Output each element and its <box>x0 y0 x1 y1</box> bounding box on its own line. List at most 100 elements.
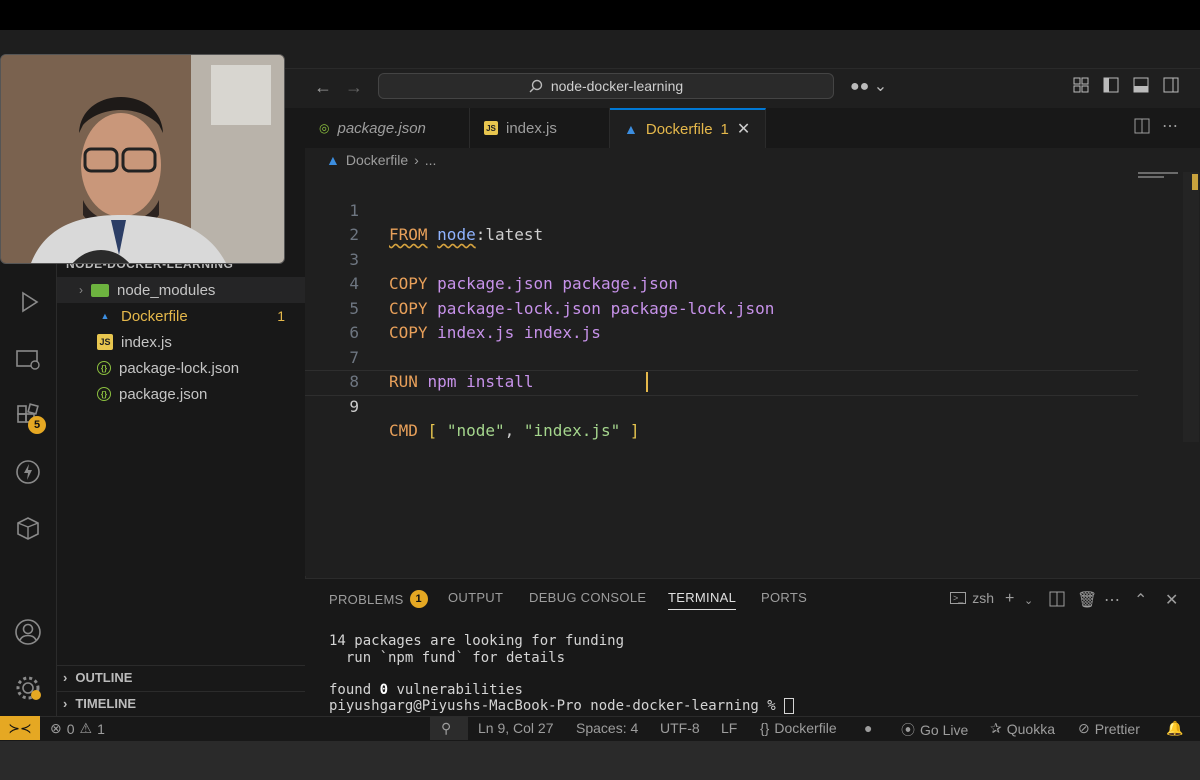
tab-terminal[interactable]: TERMINAL <box>668 590 737 610</box>
customize-layout-icon[interactable] <box>1072 77 1090 95</box>
cursor-position[interactable]: Ln 9, Col 27 <box>478 720 554 736</box>
chevron-right-icon: › <box>414 152 419 168</box>
terminal-text: vulnerabilities <box>388 682 523 698</box>
tab-dockerfile[interactable]: ▲ Dockerfile 1 ✕ <box>610 108 766 148</box>
string: "node" <box>446 421 505 440</box>
terminal-line: found 0 vulnerabilities <box>329 682 523 698</box>
tab-label: package.json <box>337 119 426 137</box>
tab-debug-console[interactable]: DEBUG CONSOLE <box>529 590 646 605</box>
more-actions-icon[interactable]: ⋯ <box>1104 590 1120 610</box>
quokka-button[interactable]: ✰ Quokka <box>990 720 1055 737</box>
tree-item-node-modules[interactable]: › node_modules <box>57 277 305 303</box>
go-live-button[interactable]: ⦿ Go Live <box>901 720 968 740</box>
chevron-right-icon: › <box>79 283 83 297</box>
code-line: 2 <box>305 199 1138 244</box>
tab-label: OUTPUT <box>448 590 504 605</box>
indentation[interactable]: Spaces: 4 <box>576 720 638 736</box>
problems-badge: 1 <box>409 590 428 608</box>
extensions-badge: 5 <box>28 416 46 434</box>
node-json-icon: {} <box>97 361 111 375</box>
chevron-right-icon: › <box>63 696 68 711</box>
scrollbar-thumb[interactable] <box>1192 174 1198 190</box>
code-line: 9 CMD [ "node", "index.js" ] <box>305 370 1138 441</box>
split-editor-icon[interactable] <box>1134 118 1150 139</box>
vulnerability-count: 0 <box>379 682 389 698</box>
split-terminal-icon[interactable] <box>1049 591 1065 612</box>
code-line: 7 RUN npm install <box>305 321 1138 392</box>
bracket: ] <box>629 421 640 440</box>
toggle-panel-icon[interactable] <box>1132 77 1150 95</box>
outline-label: OUTLINE <box>75 670 133 685</box>
tab-label: PROBLEMS <box>329 591 404 607</box>
trash-icon[interactable]: 🗑 <box>1077 590 1097 610</box>
breadcrumb: ▲ Dockerfile › ... <box>326 152 436 168</box>
end-of-line[interactable]: LF <box>721 720 737 736</box>
more-actions-icon[interactable]: ⋯ <box>1162 116 1178 136</box>
go-live-label: Go Live <box>920 722 969 738</box>
back-arrow-icon[interactable]: ← <box>314 77 332 98</box>
lightning-icon[interactable] <box>14 458 42 486</box>
prettier-icon: ⊘ <box>1078 720 1090 736</box>
encoding[interactable]: UTF-8 <box>660 720 700 736</box>
tab-label: TERMINAL <box>668 590 737 605</box>
copilot-icon[interactable]: ●● ⌄ <box>850 76 887 96</box>
tree-item-dockerfile[interactable]: ▲ Dockerfile 1 <box>57 303 305 329</box>
problems-status[interactable]: ⊗ 0 ⚠ 1 <box>50 720 105 737</box>
tree-item-label: index.js <box>121 333 172 351</box>
problem-count-badge: 1 <box>277 308 285 324</box>
code-line: 8 <box>305 346 1138 391</box>
toggle-secondary-sidebar-icon[interactable] <box>1162 77 1180 95</box>
terminal-prompt[interactable]: piyushgarg@Piyushs-MacBook-Pro node-dock… <box>329 698 795 714</box>
chevron-down-icon[interactable]: ⌄ <box>1024 594 1033 607</box>
code-line: 5 COPY index.js index.js <box>305 272 1138 343</box>
toggle-primary-sidebar-icon[interactable] <box>1102 77 1120 95</box>
webcam-overlay <box>0 54 285 264</box>
docker-containers-icon[interactable] <box>14 514 42 542</box>
copilot-status-icon[interactable]: ● <box>864 720 872 736</box>
terminal-shell-selector[interactable]: >_ zsh <box>950 590 994 606</box>
tab-ports[interactable]: PORTS <box>761 590 807 605</box>
remote-explorer-icon[interactable] <box>14 346 42 374</box>
tree-item-index-js[interactable]: JS index.js <box>57 329 305 355</box>
window-bottom-edge <box>0 740 1200 780</box>
broadcast-icon: ⦿ <box>901 722 915 738</box>
forward-arrow-icon[interactable]: → <box>345 77 363 98</box>
prettier-label: Prettier <box>1094 720 1140 737</box>
run-debug-icon[interactable] <box>14 288 42 316</box>
tab-index-js[interactable]: JS index.js <box>470 108 610 148</box>
settings-gear-icon[interactable] <box>14 674 42 702</box>
new-terminal-icon[interactable]: + <box>1005 590 1014 608</box>
chevron-right-icon: › <box>63 670 68 685</box>
notifications-bell-icon[interactable]: 🔔 <box>1166 720 1183 737</box>
remote-indicator-icon[interactable]: ≻≺ <box>0 716 40 740</box>
prettier-button[interactable]: ⊘ Prettier <box>1078 720 1140 737</box>
timeline-section[interactable]: › TIMELINE <box>57 691 305 715</box>
warning-icon: ⚠ <box>79 720 93 736</box>
text-cursor <box>646 372 648 392</box>
outline-section[interactable]: › OUTLINE <box>57 665 305 689</box>
tab-package-json[interactable]: ◎ package.json <box>305 108 470 148</box>
command-center-search[interactable]: node-docker-learning <box>378 73 834 99</box>
tab-problem-count: 1 <box>720 120 729 138</box>
language-mode[interactable]: {} Dockerfile <box>760 720 837 736</box>
tree-item-package-lock-json[interactable]: {} package-lock.json <box>57 355 305 381</box>
tree-item-package-json[interactable]: {} package.json <box>57 381 305 407</box>
maximize-panel-icon[interactable]: ⌃ <box>1134 590 1147 610</box>
docker-whale-icon: ▲ <box>624 121 638 137</box>
warning-count: 1 <box>97 720 105 737</box>
tree-item-label: package-lock.json <box>119 359 240 377</box>
tab-problems[interactable]: PROBLEMS 1 <box>329 590 428 608</box>
editor-scrollbar[interactable] <box>1183 172 1199 442</box>
breadcrumb-more[interactable]: ... <box>425 152 437 168</box>
tab-output[interactable]: OUTPUT <box>448 590 503 605</box>
minimap[interactable] <box>1138 172 1183 180</box>
close-icon[interactable]: ✕ <box>737 119 750 139</box>
zoom-icon: ⚲ <box>441 720 452 736</box>
node-json-icon: ◎ <box>319 121 330 135</box>
account-icon[interactable] <box>14 618 42 646</box>
line-number: 9 <box>349 396 359 416</box>
docker-whale-icon: ▲ <box>100 311 110 321</box>
search-icon <box>529 79 543 93</box>
close-icon[interactable]: ✕ <box>1165 590 1178 610</box>
breadcrumb-file[interactable]: Dockerfile <box>346 152 408 168</box>
